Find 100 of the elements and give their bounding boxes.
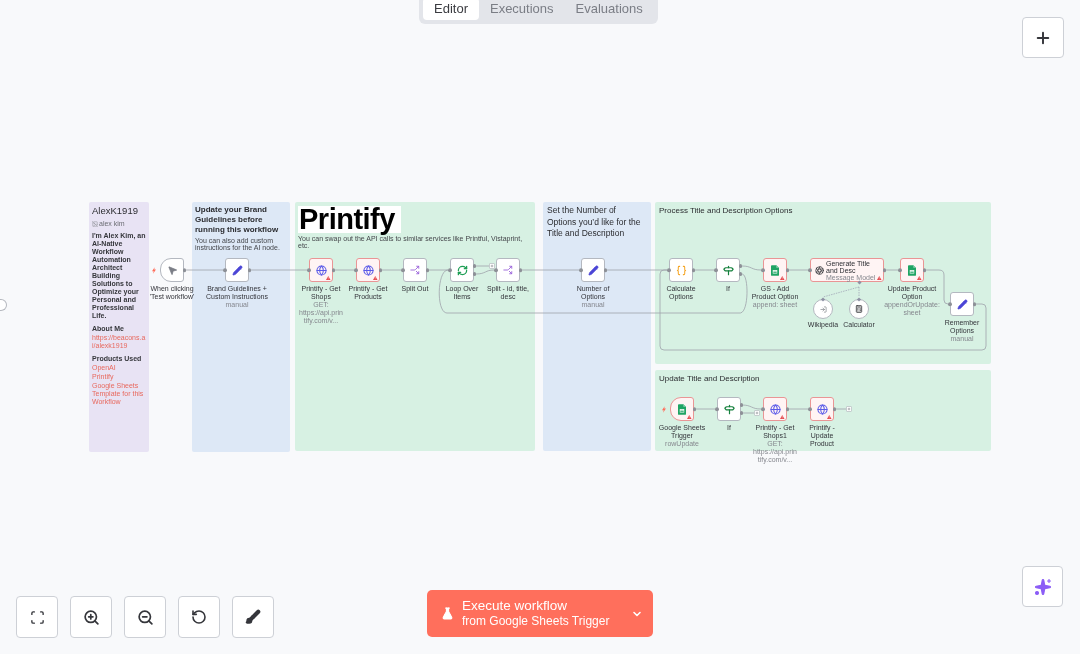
zoom-out-button[interactable] xyxy=(124,596,166,638)
workflow-node[interactable] xyxy=(763,258,787,282)
handle-icon[interactable] xyxy=(579,268,583,272)
connection-line xyxy=(741,412,755,414)
aperture-icon xyxy=(815,265,824,275)
spreadsheet-icon xyxy=(678,403,686,415)
brush-icon xyxy=(245,609,261,625)
handle-icon[interactable] xyxy=(354,268,358,272)
zoom-in-button[interactable] xyxy=(70,596,112,638)
handle-icon[interactable] xyxy=(761,407,765,411)
refresh-icon xyxy=(456,264,468,276)
warning-icon xyxy=(326,275,331,280)
handle-icon[interactable] xyxy=(182,268,186,272)
connection-line xyxy=(475,265,490,267)
handle-icon[interactable] xyxy=(714,268,718,272)
warning-icon xyxy=(877,275,882,280)
connection-line xyxy=(741,404,762,410)
connection-line xyxy=(185,269,224,271)
handle-icon[interactable] xyxy=(307,268,311,272)
handle-icon[interactable] xyxy=(761,268,765,272)
pencil-icon xyxy=(231,264,243,276)
calculator-icon xyxy=(855,305,863,313)
workflow-node[interactable] xyxy=(669,258,693,282)
handle-icon[interactable] xyxy=(448,268,452,272)
pencil-icon xyxy=(587,264,599,276)
sticky-note-title: Set the Number of Options you’d like for the Title and Description xyxy=(547,205,642,240)
handle-icon[interactable] xyxy=(603,268,607,272)
spreadsheet-icon xyxy=(771,264,779,276)
handle-icon[interactable] xyxy=(898,268,902,272)
handle-icon[interactable] xyxy=(691,268,695,272)
globe-icon xyxy=(362,264,374,276)
handle-icon[interactable] xyxy=(832,407,836,411)
workflow-node[interactable] xyxy=(160,258,184,282)
fit-view-button[interactable] xyxy=(16,596,58,638)
handle-icon[interactable] xyxy=(948,302,952,306)
workflow-node[interactable] xyxy=(403,258,427,282)
handle-icon[interactable] xyxy=(401,268,405,272)
handle-icon[interactable] xyxy=(692,407,696,411)
globe-icon xyxy=(816,403,828,415)
flask-icon xyxy=(441,606,454,621)
tab[interactable]: Executions xyxy=(478,0,565,20)
warning-icon xyxy=(780,275,785,280)
workflow-node[interactable] xyxy=(950,292,974,316)
handle-icon[interactable] xyxy=(808,407,812,411)
ai-assistant-button[interactable] xyxy=(1022,566,1063,607)
workflow-node[interactable] xyxy=(763,397,787,421)
warning-icon xyxy=(917,275,922,280)
handle-icon[interactable] xyxy=(856,296,862,302)
zoom-in-icon xyxy=(82,608,100,626)
handle-icon[interactable] xyxy=(856,279,862,285)
handle-icon[interactable] xyxy=(808,268,812,272)
workflow-node[interactable] xyxy=(810,397,834,421)
workflow-node[interactable] xyxy=(309,258,333,282)
workflow-node[interactable] xyxy=(717,397,741,421)
handle-icon[interactable] xyxy=(785,407,789,411)
handle-icon[interactable] xyxy=(425,268,429,272)
cursor-icon xyxy=(166,264,178,276)
handle-icon[interactable] xyxy=(518,268,522,272)
connection-line xyxy=(788,408,809,410)
handle-icon[interactable] xyxy=(223,268,227,272)
workflow-node[interactable] xyxy=(716,258,740,282)
handle-icon[interactable] xyxy=(331,268,335,272)
workflow-node[interactable] xyxy=(900,258,924,282)
handle-icon[interactable] xyxy=(378,268,382,272)
tab[interactable]: Evaluations xyxy=(564,0,654,20)
handle-icon[interactable] xyxy=(247,268,251,272)
zoom-out-icon xyxy=(136,608,154,626)
tab[interactable]: Editor xyxy=(423,0,479,20)
handle-icon[interactable] xyxy=(494,268,498,272)
handle-icon[interactable] xyxy=(785,268,789,272)
workflow-node[interactable] xyxy=(450,258,474,282)
handle-icon[interactable] xyxy=(882,268,886,272)
execute-workflow-button[interactable]: Execute workflow from Google Sheets Trigger xyxy=(427,590,653,637)
workflow-node[interactable] xyxy=(356,258,380,282)
undo-arrow-icon xyxy=(191,609,207,625)
globe-icon xyxy=(315,264,327,276)
reset-zoom-button[interactable] xyxy=(178,596,220,638)
globe-icon xyxy=(769,403,781,415)
connection-line xyxy=(381,269,402,271)
workflow-node[interactable] xyxy=(581,258,605,282)
sparkles-icon xyxy=(1033,577,1052,596)
workflow-node[interactable] xyxy=(670,397,694,421)
tidy-up-button[interactable] xyxy=(232,596,274,638)
connection-line xyxy=(334,269,355,271)
warning-icon xyxy=(780,414,785,419)
connection-line xyxy=(695,408,716,410)
fit-view-icon xyxy=(29,609,45,625)
handle-icon[interactable] xyxy=(972,302,976,306)
sticky-note-title: Update Title and Description xyxy=(659,373,760,384)
handle-icon[interactable] xyxy=(820,296,826,302)
workflow-node[interactable] xyxy=(225,258,249,282)
edge-handle-icon[interactable] xyxy=(0,299,7,311)
braces-icon xyxy=(675,264,687,276)
workflow-node[interactable] xyxy=(496,258,520,282)
warning-icon xyxy=(687,414,692,419)
sticky-note-title: Process Title and Description Options xyxy=(659,205,793,216)
add-node-button[interactable] xyxy=(1022,17,1064,58)
handle-icon[interactable] xyxy=(667,268,671,272)
handle-icon[interactable] xyxy=(715,407,719,411)
handle-icon[interactable] xyxy=(922,268,926,272)
